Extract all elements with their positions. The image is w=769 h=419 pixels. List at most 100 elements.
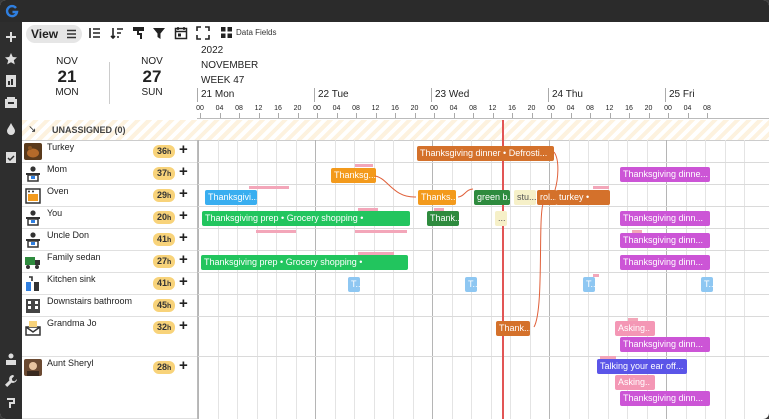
resource-row[interactable]: Grandma Jo 32h + xyxy=(22,316,197,357)
star-icon[interactable] xyxy=(4,52,18,66)
help-icon[interactable] xyxy=(4,396,18,410)
resource-row[interactable]: Uncle Don 41h + xyxy=(22,228,197,251)
hour-tick xyxy=(278,113,279,118)
hour-tick xyxy=(609,113,611,118)
report-icon[interactable] xyxy=(4,74,18,88)
dependency-link xyxy=(374,175,417,198)
inbox-icon[interactable] xyxy=(4,96,18,110)
schedule-grid[interactable]: Thanksgiving dinner • Defrosti... Thanksg… xyxy=(197,120,769,419)
resource-name: Family sedan xyxy=(47,252,101,262)
unassigned-row[interactable]: ↘ UNASSIGNED (0) xyxy=(22,120,769,141)
add-event-button[interactable]: + xyxy=(179,229,188,246)
resource-name: Oven xyxy=(47,186,69,196)
plus-icon[interactable] xyxy=(4,30,18,44)
dependency-link xyxy=(553,151,559,191)
resource-hours-badge: 32h xyxy=(153,321,176,334)
data-fields-button[interactable]: Data Fields xyxy=(236,28,276,37)
resource-row[interactable]: You 20h + xyxy=(22,206,197,229)
hour-tick xyxy=(239,113,240,118)
resource-row[interactable]: Mom 37h + xyxy=(22,162,197,185)
view-menu-button[interactable]: View xyxy=(26,25,82,43)
filter-icon[interactable] xyxy=(152,26,166,40)
hours-value: 45 xyxy=(157,300,168,310)
hour-label: 08 xyxy=(586,105,594,112)
toolbar: View Data Fields xyxy=(22,22,769,44)
day-separator xyxy=(548,88,549,102)
add-event-button[interactable]: + xyxy=(179,207,188,224)
resource-row[interactable]: Turkey 36h + xyxy=(22,140,197,163)
hours-value: 29 xyxy=(157,190,168,200)
fullscreen-icon[interactable] xyxy=(196,26,210,40)
add-event-button[interactable]: + xyxy=(179,317,188,334)
hour-label: 20 xyxy=(410,105,419,112)
start-month: NOV xyxy=(56,56,78,67)
end-month: NOV xyxy=(141,56,163,67)
resource-name: Uncle Don xyxy=(47,230,90,240)
add-event-button[interactable]: + xyxy=(179,251,188,268)
turkey-photo-icon xyxy=(24,143,42,160)
hours-value: 28 xyxy=(157,362,168,372)
hours-unit: h xyxy=(167,365,172,372)
hours-unit: h xyxy=(167,215,172,222)
dependency-links xyxy=(374,151,559,328)
hour-label: 04 xyxy=(449,105,458,112)
day-separator xyxy=(431,88,432,102)
range-end-date[interactable]: NOV 27 SUN xyxy=(117,56,187,98)
expand-tree-icon[interactable] xyxy=(88,26,102,40)
add-event-button[interactable]: + xyxy=(179,141,188,158)
hour-label: 00 xyxy=(664,105,672,112)
hour-row: 00 04 08 12 16 20 00 04 08 12 16 20 00 04 08 12 16 20 00 04… xyxy=(196,102,769,119)
drop-icon[interactable] xyxy=(4,122,18,136)
format-paint-icon[interactable] xyxy=(132,26,146,40)
resource-row[interactable]: Oven 29h + xyxy=(22,184,197,207)
hour-tick xyxy=(473,113,474,118)
resource-row[interactable]: Kitchen sink 41h + xyxy=(22,272,197,295)
hour-tick xyxy=(219,113,221,118)
dependency-link xyxy=(533,203,544,328)
hours-unit: h xyxy=(167,303,172,310)
hour-label: 00 xyxy=(430,105,438,112)
resource-hours-badge: 37h xyxy=(153,167,176,180)
date-range-header: NOV 21 MON NOV 27 SUN xyxy=(22,44,197,120)
add-event-button[interactable]: + xyxy=(179,185,188,202)
day-row: 21 Mon 22 Tue 23 Wed 24 Thu 25 Fri xyxy=(197,88,769,102)
hours-unit: h xyxy=(167,149,172,156)
team-icon[interactable] xyxy=(4,352,18,366)
hour-label: 08 xyxy=(352,105,360,112)
view-label: View xyxy=(31,27,59,41)
resource-name: You xyxy=(47,208,63,218)
hour-tick xyxy=(551,113,552,118)
unassigned-label: UNASSIGNED (0) xyxy=(52,125,126,135)
data-fields-icon[interactable] xyxy=(221,27,232,38)
calendar-icon[interactable] xyxy=(174,26,188,40)
add-event-button[interactable]: + xyxy=(179,273,188,290)
resource-name: Grandma Jo xyxy=(47,318,97,328)
hour-label: 12 xyxy=(605,105,614,112)
resource-row[interactable]: Family sedan 27h + xyxy=(22,250,197,273)
resource-row[interactable]: Downstairs bathroom 45h + xyxy=(22,294,197,317)
clipboard-check-icon[interactable] xyxy=(4,150,18,164)
hour-tick xyxy=(531,113,533,118)
resource-hours-badge: 41h xyxy=(153,277,176,290)
range-start-date[interactable]: NOV 21 MON xyxy=(32,56,102,98)
resource-row[interactable]: Aunt Sheryl 28h + xyxy=(22,356,197,419)
hours-unit: h xyxy=(167,237,172,244)
add-event-button[interactable]: + xyxy=(179,357,188,374)
sort-icon[interactable] xyxy=(110,26,124,40)
scheduler-app: View Data Fields NOV 21 MON NOV 27 SUN 2… xyxy=(0,0,769,419)
end-weekday: SUN xyxy=(141,87,163,98)
hour-tick xyxy=(200,113,201,118)
hour-tick xyxy=(707,113,708,118)
hour-tick xyxy=(375,113,377,118)
resource-hours-badge: 20h xyxy=(153,211,176,224)
wrench-icon[interactable] xyxy=(4,374,18,388)
hours-unit: h xyxy=(167,171,172,178)
hour-label: 00 xyxy=(547,105,555,112)
day-separator xyxy=(314,88,315,102)
truck-icon xyxy=(25,257,40,269)
hour-label: 04 xyxy=(215,105,224,112)
hour-label: 20 xyxy=(527,105,536,112)
add-event-button[interactable]: + xyxy=(179,295,188,312)
add-event-button[interactable]: + xyxy=(179,163,188,180)
resource-hours-badge: 45h xyxy=(153,299,176,312)
